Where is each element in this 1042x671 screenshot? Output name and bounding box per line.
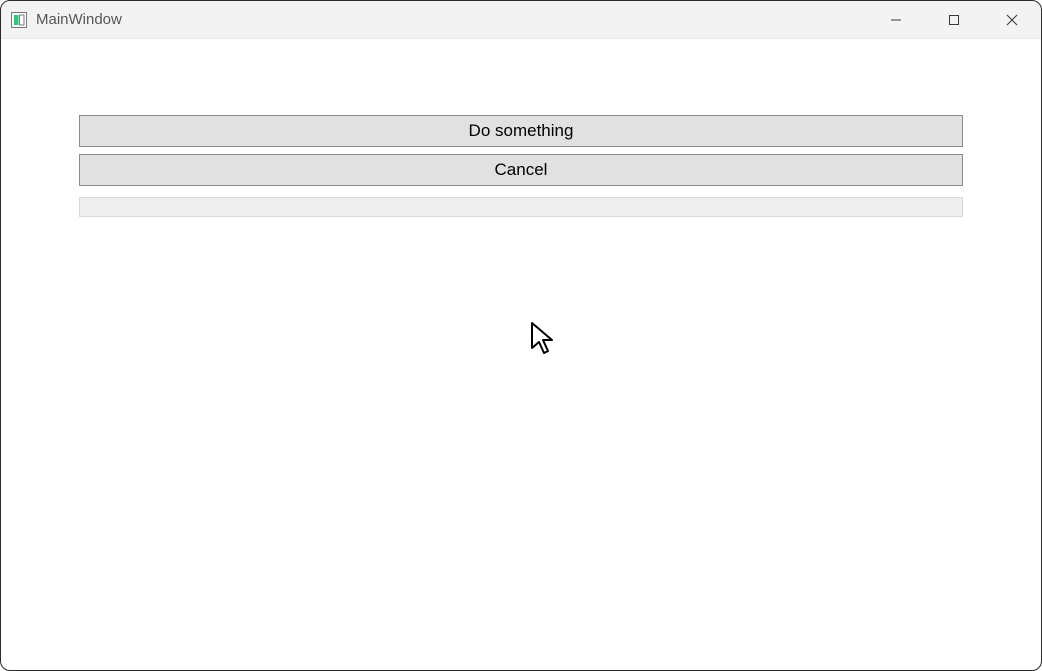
mouse-cursor-icon: [529, 321, 557, 361]
close-button[interactable]: [983, 1, 1041, 38]
client-area: Do something Cancel: [1, 39, 1041, 217]
title-bar: MainWindow: [1, 1, 1041, 39]
minimize-button[interactable]: [867, 1, 925, 38]
progress-bar: [79, 197, 963, 217]
window-controls: [867, 1, 1041, 38]
title-bar-left: MainWindow: [11, 11, 122, 28]
maximize-button[interactable]: [925, 1, 983, 38]
do-something-button[interactable]: Do something: [79, 115, 963, 147]
window-title: MainWindow: [36, 11, 122, 28]
app-icon: [11, 12, 27, 28]
cancel-button[interactable]: Cancel: [79, 154, 963, 186]
